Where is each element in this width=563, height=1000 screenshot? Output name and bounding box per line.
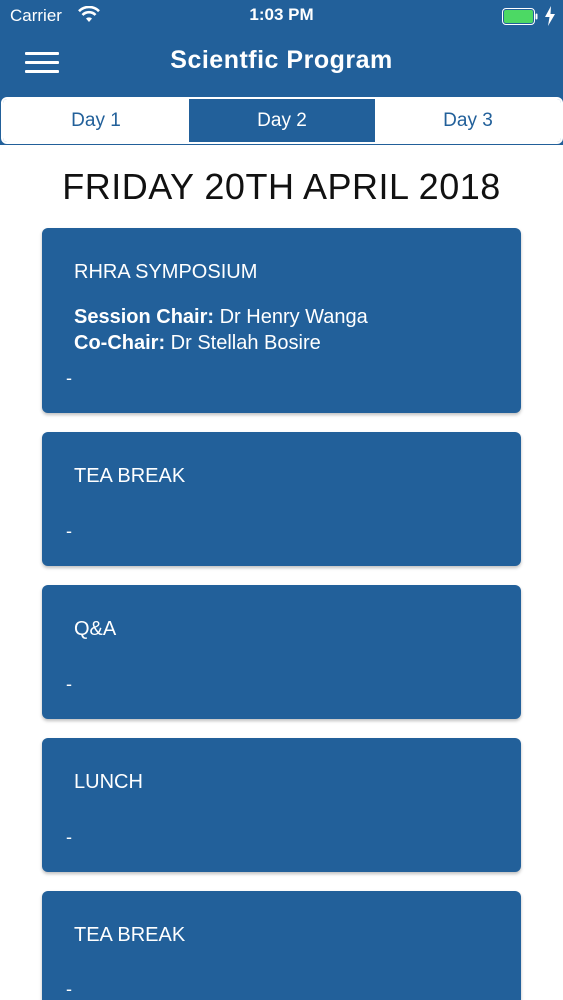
session-title: TEA BREAK xyxy=(74,465,186,487)
status-time: 1:03 PM xyxy=(249,5,314,24)
session-cochair: Co-Chair: Dr Stellah Bosire xyxy=(74,330,321,356)
session-detail: - xyxy=(66,827,72,847)
session-chair: Session Chair: Dr Henry Wanga xyxy=(74,304,368,330)
session-cochair-name: Dr Stellah Bosire xyxy=(165,332,321,354)
session-title: RHRA SYMPOSIUM xyxy=(74,261,258,283)
session-cochair-label: Co-Chair: xyxy=(74,332,166,354)
page-title: Scientfic Program xyxy=(170,46,393,74)
session-card[interactable]: TEA BREAK - xyxy=(42,891,521,1000)
charging-bolt-icon xyxy=(545,6,555,26)
session-title: LUNCH xyxy=(74,771,143,793)
session-title: TEA BREAK xyxy=(74,924,186,946)
status-bar: Carrier 1:03 PM xyxy=(0,0,563,32)
session-card[interactable]: Q&A - xyxy=(42,585,521,719)
battery-icon xyxy=(502,8,538,25)
session-detail: - xyxy=(66,979,72,999)
tab-day-3[interactable]: Day 3 xyxy=(375,99,561,142)
session-card[interactable]: RHRA SYMPOSIUM Session Chair: Dr Henry W… xyxy=(42,228,521,413)
app-header: Carrier 1:03 PM Scientfic Program Day 1 … xyxy=(0,0,563,145)
session-chair-name: Dr Henry Wanga xyxy=(214,306,368,328)
navigation-bar: Scientfic Program xyxy=(0,32,563,94)
session-detail: - xyxy=(66,521,72,541)
session-title: Q&A xyxy=(74,618,117,640)
day-tabs: Day 1 Day 2 Day 3 xyxy=(1,97,563,144)
session-card[interactable]: TEA BREAK - xyxy=(42,432,521,566)
tab-day-2[interactable]: Day 2 xyxy=(189,99,375,142)
tab-day-1[interactable]: Day 1 xyxy=(3,99,189,142)
date-heading: FRIDAY 20TH APRIL 2018 xyxy=(62,166,501,207)
session-detail: - xyxy=(66,368,72,388)
session-card[interactable]: LUNCH - xyxy=(42,738,521,872)
session-chair-label: Session Chair: xyxy=(74,306,215,328)
session-detail: - xyxy=(66,674,72,694)
